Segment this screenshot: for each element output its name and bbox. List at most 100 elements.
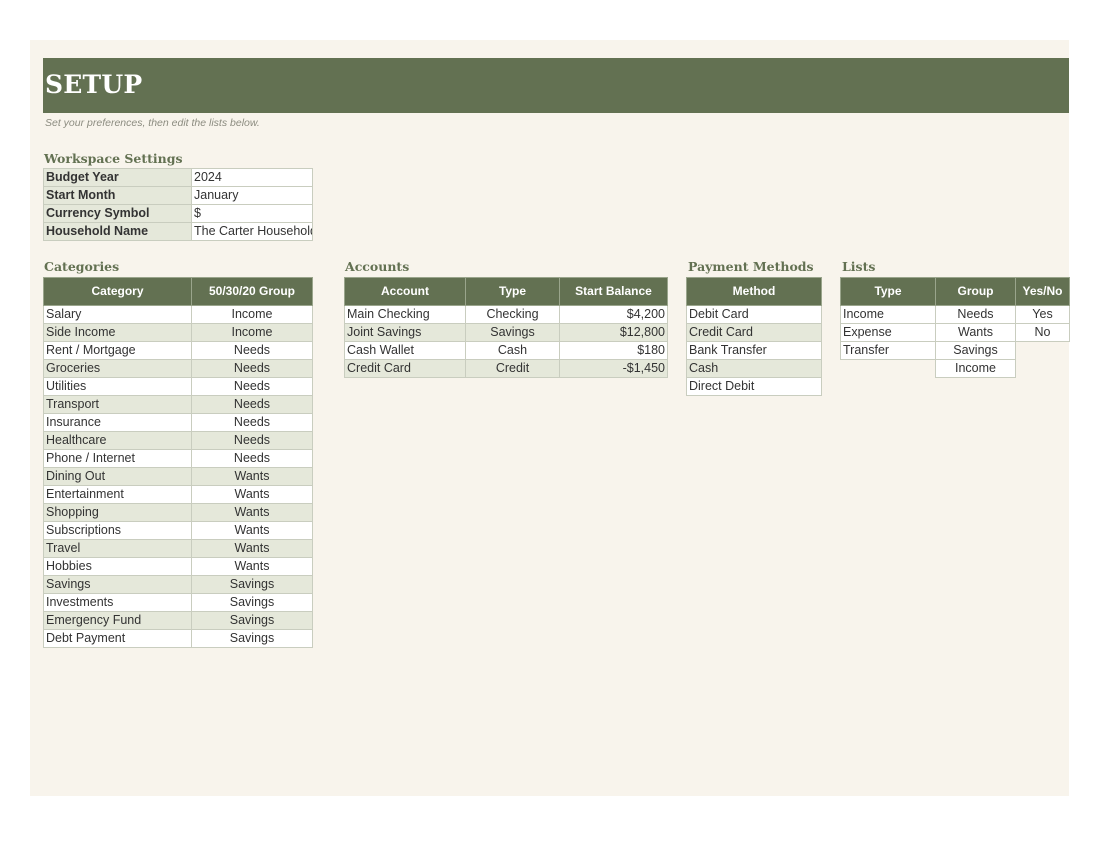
payment-method-cell[interactable]: Bank Transfer xyxy=(686,341,822,360)
category-name-cell[interactable]: Hobbies xyxy=(43,557,192,576)
category-group-cell[interactable]: Savings xyxy=(191,629,313,648)
category-group-cell[interactable]: Needs xyxy=(191,431,313,450)
table-row: Income Needs Yes xyxy=(840,305,1070,324)
payment-method-cell[interactable]: Credit Card xyxy=(686,323,822,342)
category-group-cell[interactable]: Wants xyxy=(191,539,313,558)
category-group-cell[interactable]: Wants xyxy=(191,557,313,576)
table-row: Healthcare Needs xyxy=(43,431,313,450)
category-name-cell[interactable]: Investments xyxy=(43,593,192,612)
categories-table: Category 50/30/20 Group Salary Income Side… xyxy=(43,277,313,648)
category-group-cell[interactable]: Needs xyxy=(191,395,313,414)
account-type-cell[interactable]: Savings xyxy=(465,323,560,342)
category-name-cell[interactable]: Groceries xyxy=(43,359,192,378)
column-header-type[interactable]: Type xyxy=(465,277,560,306)
accounts-title: Accounts xyxy=(345,259,410,274)
category-group-cell[interactable]: Needs xyxy=(191,413,313,432)
account-balance-cell[interactable]: $12,800 xyxy=(559,323,668,342)
list-type-cell[interactable]: Transfer xyxy=(840,341,936,360)
page-subtitle: Set your preferences, then edit the list… xyxy=(45,117,260,129)
settings-row: Start Month January xyxy=(43,186,313,205)
table-row: Debt Payment Savings xyxy=(43,629,313,648)
categories-header-row: Category 50/30/20 Group xyxy=(43,277,313,306)
payment-method-cell[interactable]: Direct Debit xyxy=(686,377,822,396)
category-group-cell[interactable]: Needs xyxy=(191,377,313,396)
category-name-cell[interactable]: Debt Payment xyxy=(43,629,192,648)
table-row: Transport Needs xyxy=(43,395,313,414)
category-group-cell[interactable]: Income xyxy=(191,305,313,324)
table-row: Investments Savings xyxy=(43,593,313,612)
column-header-start-balance[interactable]: Start Balance xyxy=(559,277,668,306)
workspace-settings-table: Budget Year 2024 Start Month January Currenc… xyxy=(43,168,313,241)
list-yes-no-cell[interactable]: No xyxy=(1015,323,1070,342)
category-name-cell[interactable]: Savings xyxy=(43,575,192,594)
workspace-settings-title: Workspace Settings xyxy=(44,151,183,166)
account-type-cell[interactable]: Checking xyxy=(465,305,560,324)
category-name-cell[interactable]: Utilities xyxy=(43,377,192,396)
category-name-cell[interactable]: Rent / Mortgage xyxy=(43,341,192,360)
category-group-cell[interactable]: Savings xyxy=(191,575,313,594)
column-header-method[interactable]: Method xyxy=(686,277,822,306)
account-name-cell[interactable]: Main Checking xyxy=(344,305,466,324)
category-group-cell[interactable]: Needs xyxy=(191,359,313,378)
account-type-cell[interactable]: Cash xyxy=(465,341,560,360)
table-row: Bank Transfer xyxy=(686,341,822,360)
list-group-cell[interactable]: Wants xyxy=(935,323,1016,342)
account-name-cell[interactable]: Joint Savings xyxy=(344,323,466,342)
account-balance-cell[interactable]: $4,200 xyxy=(559,305,668,324)
account-balance-cell[interactable]: -$1,450 xyxy=(559,359,668,378)
column-header-group[interactable]: 50/30/20 Group xyxy=(191,277,313,306)
table-row: Groceries Needs xyxy=(43,359,313,378)
list-type-cell[interactable]: Expense xyxy=(840,323,936,342)
column-header-list-type[interactable]: Type xyxy=(840,277,936,306)
column-header-list-group[interactable]: Group xyxy=(935,277,1016,306)
category-name-cell[interactable]: Emergency Fund xyxy=(43,611,192,630)
category-group-cell[interactable]: Wants xyxy=(191,521,313,540)
category-name-cell[interactable]: Salary xyxy=(43,305,192,324)
settings-row: Household Name The Carter Household xyxy=(43,222,313,241)
category-name-cell[interactable]: Shopping xyxy=(43,503,192,522)
category-group-cell[interactable]: Savings xyxy=(191,611,313,630)
payment-method-cell[interactable]: Debit Card xyxy=(686,305,822,324)
account-name-cell[interactable]: Cash Wallet xyxy=(344,341,466,360)
account-name-cell[interactable]: Credit Card xyxy=(344,359,466,378)
account-balance-cell[interactable]: $180 xyxy=(559,341,668,360)
category-group-cell[interactable]: Needs xyxy=(191,449,313,468)
category-group-cell[interactable]: Wants xyxy=(191,485,313,504)
setting-value-cell[interactable]: January xyxy=(191,186,313,205)
category-group-cell[interactable]: Income xyxy=(191,323,313,342)
table-row: Joint Savings Savings $12,800 xyxy=(344,323,668,342)
category-group-cell[interactable]: Savings xyxy=(191,593,313,612)
category-group-cell[interactable]: Needs xyxy=(191,341,313,360)
category-group-cell[interactable]: Wants xyxy=(191,503,313,522)
table-row: Expense Wants No xyxy=(840,323,1070,342)
category-name-cell[interactable]: Dining Out xyxy=(43,467,192,486)
setting-label: Budget Year xyxy=(43,168,192,187)
column-header-yes-no[interactable]: Yes/No xyxy=(1015,277,1070,306)
account-type-cell[interactable]: Credit xyxy=(465,359,560,378)
list-group-cell[interactable]: Needs xyxy=(935,305,1016,324)
setting-value-cell[interactable]: 2024 xyxy=(191,168,313,187)
setting-value-cell[interactable]: $ xyxy=(191,204,313,223)
table-row: Direct Debit xyxy=(686,377,822,396)
list-type-cell[interactable]: Income xyxy=(840,305,936,324)
payment-method-cell[interactable]: Cash xyxy=(686,359,822,378)
category-name-cell[interactable]: Travel xyxy=(43,539,192,558)
category-name-cell[interactable]: Transport xyxy=(43,395,192,414)
list-group-cell[interactable]: Savings xyxy=(935,341,1016,360)
setting-value-cell[interactable]: The Carter Household xyxy=(191,222,313,241)
column-header-account[interactable]: Account xyxy=(344,277,466,306)
category-name-cell[interactable]: Insurance xyxy=(43,413,192,432)
category-group-cell[interactable]: Wants xyxy=(191,467,313,486)
table-row: Subscriptions Wants xyxy=(43,521,313,540)
category-name-cell[interactable]: Side Income xyxy=(43,323,192,342)
title-banner: SETUP xyxy=(43,58,1069,113)
category-name-cell[interactable]: Entertainment xyxy=(43,485,192,504)
category-name-cell[interactable]: Healthcare xyxy=(43,431,192,450)
list-group-cell[interactable]: Income xyxy=(935,359,1016,378)
list-yes-no-cell[interactable]: Yes xyxy=(1015,305,1070,324)
setting-label: Household Name xyxy=(43,222,192,241)
category-name-cell[interactable]: Phone / Internet xyxy=(43,449,192,468)
setting-label: Currency Symbol xyxy=(43,204,192,223)
category-name-cell[interactable]: Subscriptions xyxy=(43,521,192,540)
column-header-category[interactable]: Category xyxy=(43,277,192,306)
